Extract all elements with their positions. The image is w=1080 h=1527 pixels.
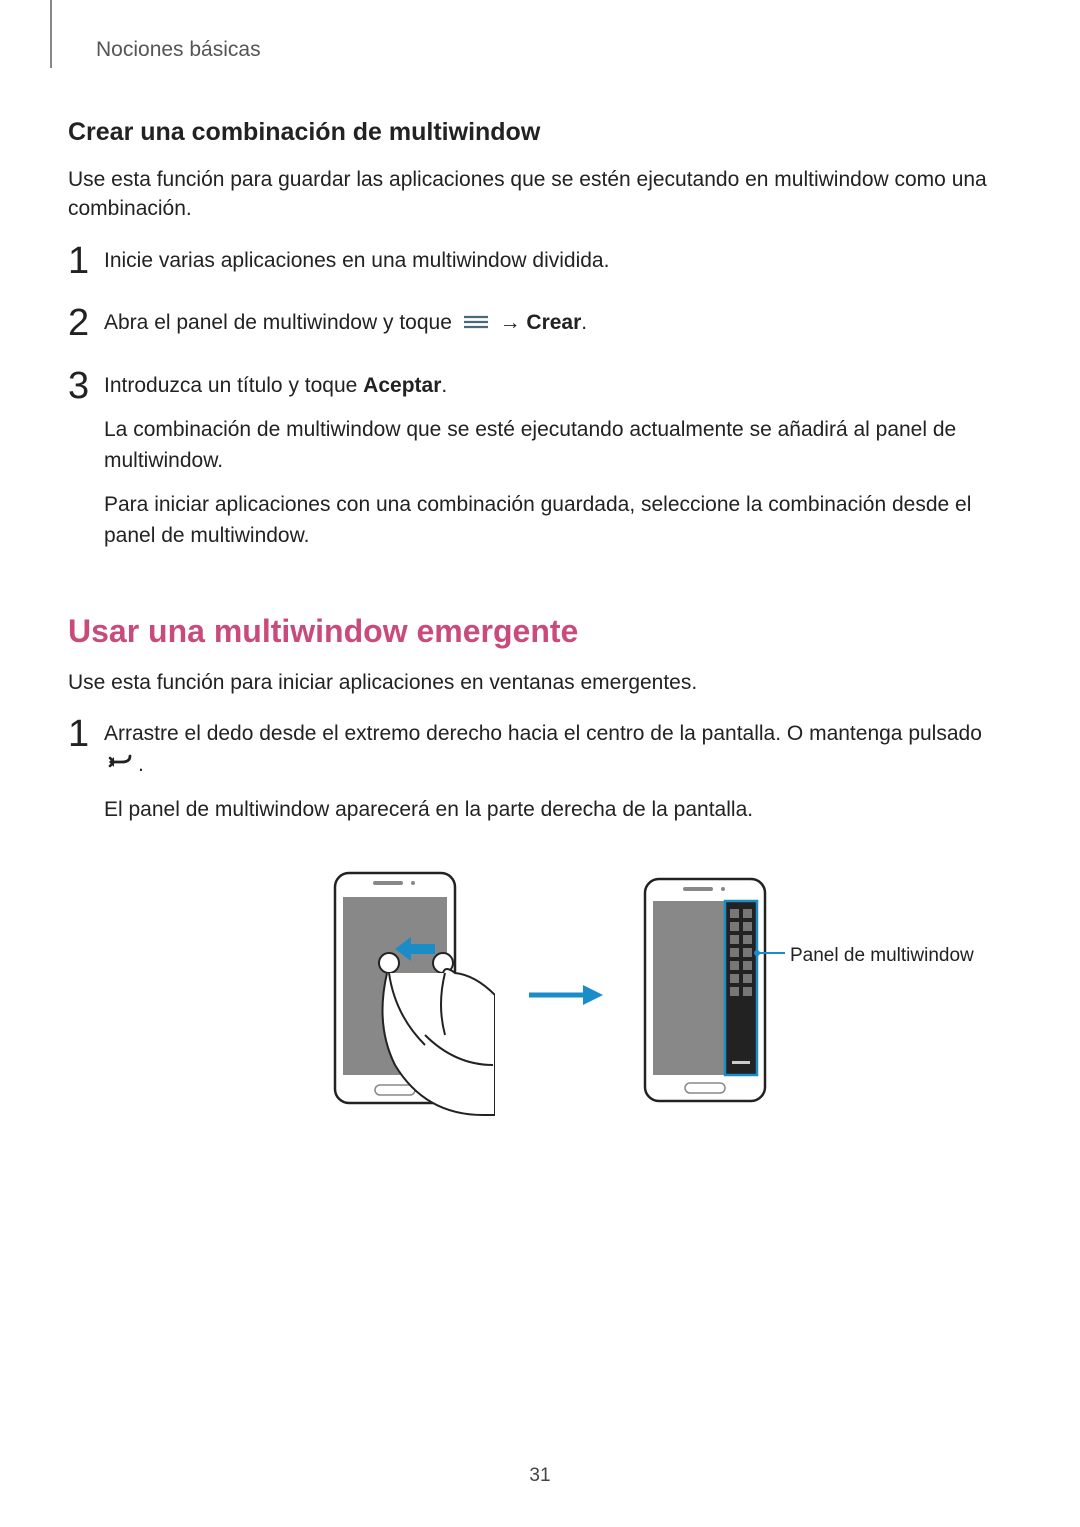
step-2: 2 Abra el panel de multiwindow y toque →… [68,308,1012,353]
step-para: Para iniciar aplicaciones con una combin… [104,490,1012,551]
phone-swipe-illustration [295,865,495,1125]
illustration: Panel de multiwindow [68,865,1012,1125]
step-number: 1 [68,715,104,753]
phone-panel-illustration [635,873,785,1113]
header-rule [50,0,52,68]
menu-icon [462,308,490,338]
back-icon [108,750,134,780]
section1-intro: Use esta función para guardar las aplica… [68,165,1012,224]
section2-intro: Use esta función para iniciar aplicacion… [68,668,1012,697]
breadcrumb: Nociones básicas [96,38,1012,62]
page-number: 31 [529,1465,550,1487]
step-para: El panel de multiwindow aparecerá en la … [104,795,1012,825]
step-para: La combinación de multiwindow que se est… [104,415,1012,476]
step-1: 1 Inicie varias aplicaciones en una mult… [68,246,1012,290]
step-number: 1 [68,242,104,280]
callout-label: Panel de multiwindow [790,945,974,967]
section1-heading: Crear una combinación de multiwindow [68,118,1012,147]
step-number: 3 [68,367,104,405]
step-text: Inicie varias aplicaciones en una multiw… [104,246,1012,276]
step-number: 2 [68,304,104,342]
step-text: Arrastre el dedo desde el extremo derech… [104,719,1012,780]
phone-panel-wrap: Panel de multiwindow [635,873,785,1118]
section1-steps: 1 Inicie varias aplicaciones en una mult… [68,246,1012,565]
step-text: Abra el panel de multiwindow y toque → C… [104,308,1012,339]
step-3: 3 Introduzca un título y toque Aceptar. … [68,371,1012,565]
step-1b: 1 Arrastre el dedo desde el extremo dere… [68,719,1012,839]
section2-heading: Usar una multiwindow emergente [68,613,1012,650]
arrow-right-icon [525,980,605,1010]
page-content: Nociones básicas Crear una combinación d… [0,0,1080,1125]
section2-steps: 1 Arrastre el dedo desde el extremo dere… [68,719,1012,839]
step-text: Introduzca un título y toque Aceptar. [104,371,1012,401]
